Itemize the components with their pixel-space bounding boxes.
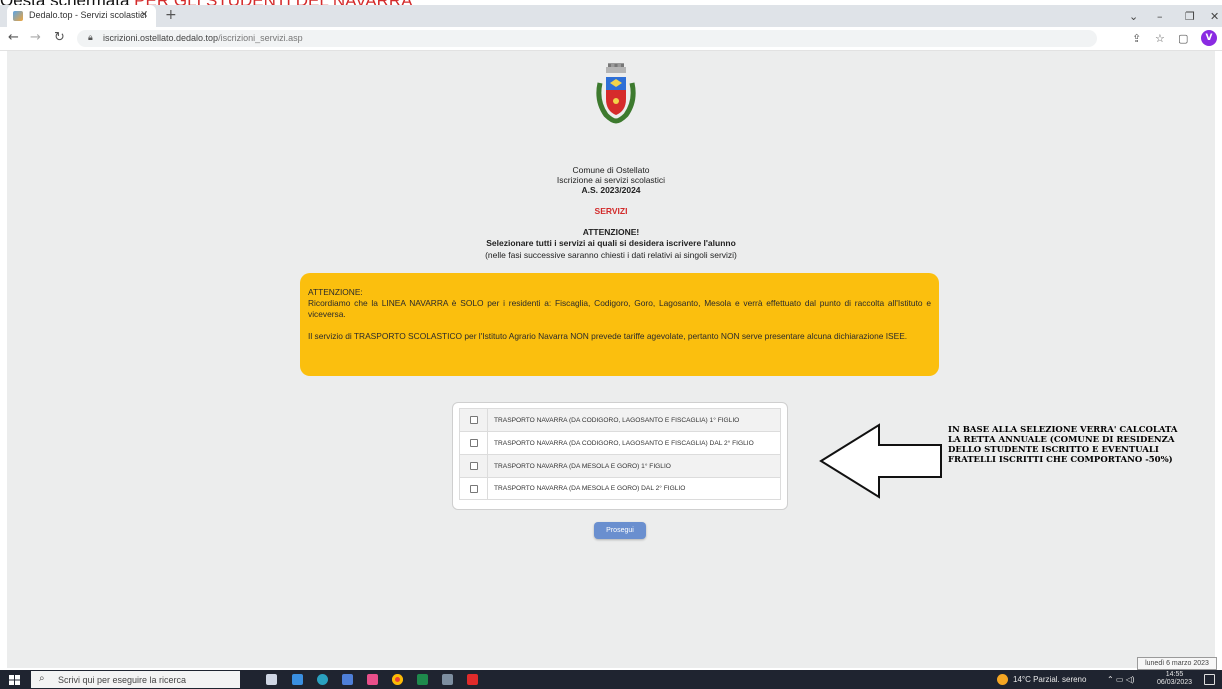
browser-tab[interactable]: Dedalo.top - Servizi scolastici × [7,5,156,27]
new-tab-button[interactable]: + [165,7,177,23]
star-icon[interactable]: ☆ [1155,32,1165,45]
side-annotation: IN BASE ALLA SELEZIONE VERRA' CALCOLATA … [948,425,1178,465]
weather-text[interactable]: 14°C Parzial. sereno [1013,675,1086,684]
excel-icon[interactable] [417,674,428,685]
school-year: A.S. 2023/2024 [581,185,641,195]
back-icon[interactable]: ← [8,30,19,45]
notice-line-2: Il servizio di TRASPORTO SCOLASTICO per … [308,331,908,341]
search-icon: ⌕ [39,673,45,684]
url-text: iscrizioni.ostellato.dedalo.top/iscrizio… [103,33,303,43]
url-host: iscrizioni.ostellato.dedalo.top [103,33,219,43]
org-name: Comune di Ostellato [572,165,650,175]
service-row[interactable]: TRASPORTO NAVARRA (DA CODIGORO, LAGOSANT… [459,408,781,432]
service-label[interactable]: TRASPORTO NAVARRA (DA CODIGORO, LAGOSANT… [488,417,739,424]
note-text: (nelle fasi successive saranno chiesti i… [485,250,737,260]
windows-start-icon[interactable] [9,675,20,685]
browser-toolbar: ← → ↻ 🔒︎ iscrizioni.ostellato.dedalo.top… [0,27,1222,51]
proceed-button[interactable]: Prosegui [594,522,646,539]
profile-avatar[interactable]: V [1201,30,1217,46]
coat-of-arms-icon [596,63,636,124]
notice-title: ATTENZIONE: [308,287,363,297]
restore-icon[interactable]: ❐ [1185,10,1195,23]
task-view-icon[interactable] [266,674,277,685]
service-label[interactable]: TRASPORTO NAVARRA (DA CODIGORO, LAGOSANT… [488,440,754,447]
url-path: /iscrizioni_servizi.asp [218,33,303,43]
service-label[interactable]: TRASPORTO NAVARRA (DA MESOLA E GORO) 1° … [488,463,671,470]
favicon-icon [13,11,23,21]
date-tooltip: lunedì 6 marzo 2023 [1137,657,1217,670]
service-checkbox[interactable] [469,416,478,424]
search-placeholder: Scrivi qui per eseguire la ricerca [58,675,187,685]
minimize-icon[interactable]: – [1157,10,1163,23]
service-label[interactable]: TRASPORTO NAVARRA (DA MESOLA E GORO) DAL… [488,485,685,492]
service-row[interactable]: TRASPORTO NAVARRA (DA MESOLA E GORO) DAL… [459,477,781,500]
lock-icon: 🔒︎ [88,33,93,43]
instruction-text: Selezionare tutti i servizi ai quali si … [486,238,736,248]
page-viewport: Comune di Ostellato Iscrizione ai serviz… [7,51,1215,668]
clock-date: 06/03/2023 [1157,679,1193,686]
notification-icon[interactable] [1204,674,1215,685]
left-arrow-icon [819,423,942,499]
service-checkbox[interactable] [469,439,478,447]
taskbar-clock[interactable]: 14:55 06/03/2023 [1157,671,1192,687]
close-window-icon[interactable]: ✕ [1210,10,1219,23]
forward-icon[interactable]: → [30,30,41,45]
tab-strip: Dedalo.top - Servizi scolastici × + ⌄ – … [0,5,1222,27]
acrobat-icon[interactable] [467,674,478,685]
services-list: TRASPORTO NAVARRA (DA CODIGORO, LAGOSANT… [452,402,788,510]
share-icon[interactable]: ⇪ [1132,32,1141,45]
edge-icon[interactable] [317,674,328,685]
clock-time: 14:55 [1165,671,1184,678]
store-icon[interactable] [342,674,353,685]
app-icon[interactable] [442,674,453,685]
section-title: SERVIZI [594,206,628,216]
notice-line-1: Ricordiamo che la LINEA NAVARRA è SOLO p… [308,298,931,319]
service-row[interactable]: TRASPORTO NAVARRA (DA MESOLA E GORO) 1° … [459,454,781,478]
service-checkbox[interactable] [469,462,478,470]
weather-icon[interactable] [997,674,1008,685]
paint-icon[interactable] [367,674,378,685]
notice-box: ATTENZIONE: Ricordiamo che la LINEA NAVA… [300,273,939,376]
file-explorer-icon[interactable] [292,674,303,685]
service-row[interactable]: TRASPORTO NAVARRA (DA CODIGORO, LAGOSANT… [459,431,781,455]
address-bar[interactable]: 🔒︎ iscrizioni.ostellato.dedalo.top/iscri… [77,30,1097,47]
taskbar-search[interactable]: ⌕ Scrivi qui per eseguire la ricerca [31,671,240,688]
taskbar: ⌕ Scrivi qui per eseguire la ricerca 14°… [0,670,1222,689]
sidebar-icon[interactable]: ▢ [1178,32,1188,45]
service-checkbox[interactable] [469,484,478,493]
tray-icons[interactable]: ⌃ ▭ ◁) [1107,675,1135,684]
tab-title: Dedalo.top - Servizi scolastici [29,10,147,20]
attention-heading: ATTENZIONE! [582,227,640,237]
close-tab-icon[interactable]: × [140,9,148,20]
reload-icon[interactable]: ↻ [54,30,65,45]
page-subtitle: Iscrizione ai servizi scolastici [556,175,666,185]
chrome-icon[interactable] [392,674,403,685]
tab-search-icon[interactable]: ⌄ [1129,10,1138,23]
